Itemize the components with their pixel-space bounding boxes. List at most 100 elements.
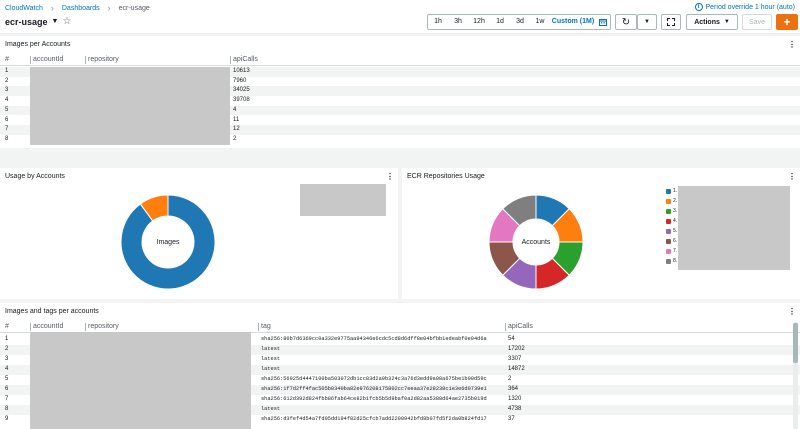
legend-label: 7. — [673, 248, 678, 254]
legend-item[interactable]: 1. — [666, 188, 677, 194]
column-header-apicalls[interactable]: apiCalls — [233, 56, 258, 63]
panel-images-and-tags: Images and tags per accounts ⋮ # account… — [0, 303, 800, 429]
redacted-legend — [678, 186, 790, 270]
cell-apicalls: 7960 — [233, 77, 247, 84]
cell-index: 5 — [5, 106, 9, 113]
column-header-repository[interactable]: repository — [88, 323, 119, 330]
cell-index: 4 — [5, 366, 9, 372]
panel-title: Images per Accounts — [5, 41, 71, 48]
range-1h[interactable]: 1h — [428, 15, 448, 29]
panel-menu-icon[interactable]: ⋮ — [788, 172, 796, 181]
range-3h[interactable]: 3h — [448, 15, 468, 29]
legend-item[interactable]: 8. — [666, 258, 677, 264]
column-header-accountid[interactable]: accountId — [33, 323, 63, 330]
legend-item[interactable]: 4. — [666, 218, 677, 224]
cell-tag: latest — [261, 366, 281, 372]
cell-apicalls: 2 — [508, 376, 512, 382]
range-3d[interactable]: 3d — [510, 15, 530, 29]
cell-tag: sha256:612d392d824fbb86fab64ce82b1fcb5b5… — [261, 396, 487, 402]
column-header-apicalls[interactable]: apiCalls — [508, 323, 533, 330]
panel-menu-icon[interactable]: ⋮ — [788, 307, 796, 316]
cell-apicalls: 10613 — [233, 68, 250, 74]
panel-menu-icon[interactable]: ⋮ — [788, 40, 796, 49]
range-1w[interactable]: 1w — [530, 15, 550, 29]
cell-tag: sha256:d3fef4d54a7fd05dd194f82d25cfcb7ad… — [261, 416, 487, 422]
column-divider[interactable] — [505, 323, 506, 331]
refresh-button[interactable]: ↻ — [615, 14, 637, 30]
legend-swatch — [666, 208, 671, 214]
fullscreen-button[interactable] — [661, 14, 681, 30]
legend-swatch — [666, 258, 671, 264]
period-override-link[interactable]: i Period override 1 hour (auto) — [694, 3, 796, 11]
column-divider[interactable] — [30, 56, 31, 64]
add-widget-button[interactable]: + — [776, 14, 798, 30]
caret-down-icon: ▼ — [644, 19, 650, 25]
legend-item[interactable]: 7. — [666, 248, 677, 254]
cell-index: 2 — [5, 346, 9, 352]
legend-swatch — [666, 238, 671, 244]
legend-label: 5. — [673, 228, 678, 234]
range-12h[interactable]: 12h — [468, 15, 490, 29]
cell-tag: sha256:56925d4447100ba503072db1cc83d2a9b… — [261, 376, 487, 382]
cell-apicalls: 54 — [508, 336, 515, 342]
column-header-tag[interactable]: tag — [261, 323, 271, 330]
column-divider[interactable] — [230, 56, 231, 64]
caret-down-icon[interactable]: ▼ — [52, 18, 59, 25]
refresh-icon: ↻ — [621, 16, 631, 28]
cell-index: 8 — [5, 135, 9, 142]
fullscreen-icon — [667, 18, 675, 26]
chevron-right-icon: › — [107, 3, 111, 13]
calendar-icon[interactable] — [596, 15, 610, 29]
panel-usage-by-accounts: Usage by Accounts ⋮ Images — [0, 168, 398, 299]
legend-item[interactable]: 2. — [666, 198, 677, 204]
period-override-label: Period override 1 hour (auto) — [705, 3, 796, 11]
column-divider[interactable] — [85, 56, 86, 64]
legend-item[interactable]: 5. — [666, 228, 677, 234]
panel-menu-icon[interactable]: ⋮ — [386, 172, 394, 181]
cell-index: 7 — [5, 396, 9, 402]
breadcrumb-cloudwatch[interactable]: CloudWatch — [5, 5, 43, 12]
cell-index: 2 — [5, 77, 9, 84]
chevron-right-icon: › — [50, 3, 54, 13]
column-divider[interactable] — [85, 323, 86, 331]
info-icon: i — [694, 3, 703, 11]
star-icon[interactable]: ☆ — [62, 16, 71, 27]
actions-label: Actions — [694, 18, 720, 26]
redacted-legend — [300, 184, 386, 216]
cell-tag: latest — [261, 406, 281, 412]
column-header-index[interactable]: # — [5, 323, 9, 330]
donut-chart-accounts: Images — [120, 194, 216, 290]
cell-apicalls: 39708 — [233, 97, 250, 104]
panel-title: Usage by Accounts — [5, 173, 65, 180]
range-1d[interactable]: 1d — [490, 15, 510, 29]
cell-apicalls: 34025 — [233, 87, 250, 94]
legend-item[interactable]: 3. — [666, 208, 677, 214]
breadcrumb-current: ecr-usage — [118, 4, 150, 12]
save-button[interactable]: Save — [742, 14, 772, 30]
cell-apicalls: 2 — [233, 135, 237, 142]
refresh-dropdown-button[interactable]: ▼ — [637, 14, 657, 30]
cell-index: 1 — [5, 68, 9, 74]
cell-tag: latest — [261, 356, 281, 362]
cell-apicalls: 11 — [233, 116, 240, 123]
actions-button[interactable]: Actions ▼ — [686, 14, 738, 30]
breadcrumb-dashboards[interactable]: Dashboards — [62, 5, 100, 12]
dashboard-title[interactable]: ecr-usage ▼ ☆ — [5, 16, 71, 27]
cell-index: 5 — [5, 376, 9, 382]
column-header-index[interactable]: # — [5, 56, 9, 63]
panel-title: Images and tags per accounts — [5, 308, 99, 315]
cell-tag: sha256:80b7d6369cc0a332e9775aa94346e6cdc… — [261, 336, 487, 342]
column-header-repository[interactable]: repository — [88, 56, 119, 63]
breadcrumb: CloudWatch › Dashboards › ecr-usage — [5, 3, 150, 13]
scrollbar-thumb[interactable] — [793, 323, 798, 363]
column-divider[interactable] — [258, 323, 259, 331]
range-custom[interactable]: Custom (1M) — [550, 15, 596, 29]
panel-title: ECR Repositories Usage — [407, 173, 485, 180]
cell-index: 6 — [5, 386, 9, 392]
legend-label: 1. — [673, 188, 678, 194]
legend-item[interactable]: 6. — [666, 238, 677, 244]
column-header-accountid[interactable]: accountId — [33, 56, 63, 63]
column-divider[interactable] — [30, 323, 31, 331]
cell-apicalls: 37 — [508, 416, 515, 422]
donut-chart-repositories: Accounts — [488, 194, 584, 290]
